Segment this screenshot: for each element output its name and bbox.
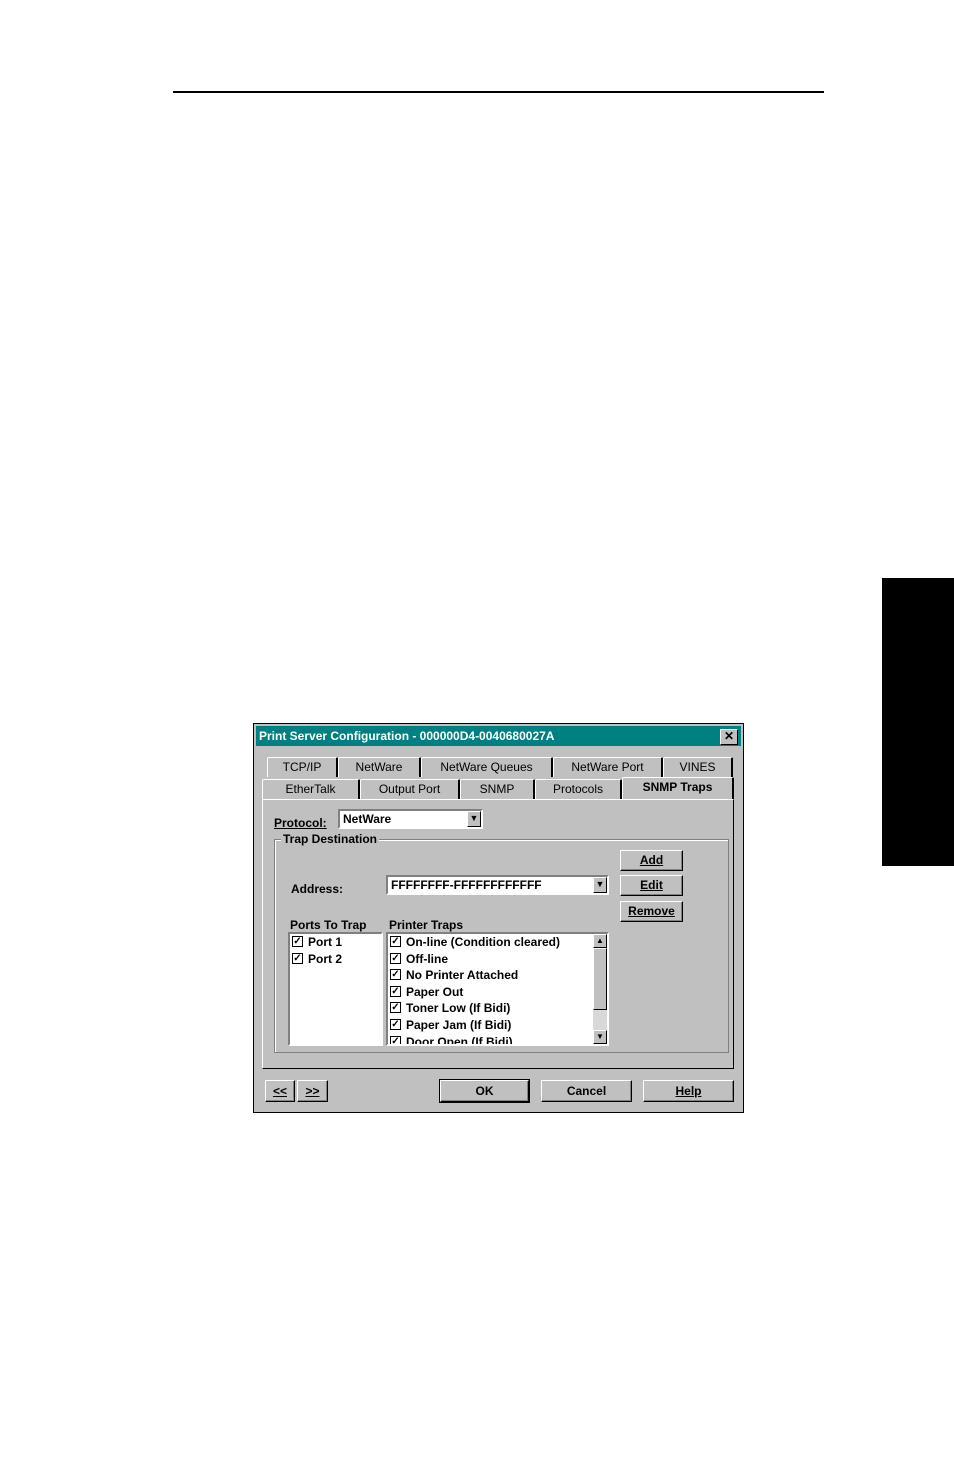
list-item[interactable]: ✓ Door Open (If Bidi) — [388, 1034, 607, 1046]
list-item[interactable]: ✓ Port 2 — [290, 951, 381, 968]
next-button-label: >> — [305, 1084, 320, 1098]
checkbox-checked-icon[interactable]: ✓ — [390, 936, 401, 947]
list-item-label: No Printer Attached — [406, 968, 519, 983]
add-button-label: Add — [639, 853, 664, 867]
list-item-label: On-line (Condition cleared) — [406, 935, 561, 949]
scroll-down-icon[interactable]: ▼ — [593, 1030, 607, 1044]
scroll-up-icon[interactable]: ▲ — [593, 934, 607, 948]
list-item-label: Off-line — [406, 951, 448, 966]
list-item[interactable]: ✓ No Printer Attached — [388, 967, 607, 984]
address-select[interactable]: FFFFFFFF-FFFFFFFFFFFF ▼ — [386, 875, 609, 895]
tab-vines[interactable]: VINES — [663, 757, 733, 777]
ok-button[interactable]: OK — [439, 1079, 530, 1103]
ports-to-trap-label: Ports To Trap — [290, 918, 367, 932]
list-item-label: Paper Out — [406, 984, 464, 999]
protocol-select[interactable]: NetWare ▼ — [338, 809, 483, 829]
checkbox-checked-icon[interactable]: ✓ — [390, 985, 401, 997]
snmp-traps-panel: Protocol: NetWare ▼ Trap Destination Add… — [262, 799, 734, 1069]
tab-output-port[interactable]: Output Port — [360, 779, 460, 799]
previous-button-label: << — [272, 1084, 287, 1098]
previous-button[interactable]: << — [265, 1080, 295, 1102]
edit-button[interactable]: Edit — [620, 875, 683, 896]
list-item-label: Door Open (If Bidi) — [406, 1034, 513, 1046]
list-item[interactable]: ✓ On-line (Condition cleared) — [388, 934, 607, 951]
page-header-rule — [173, 91, 824, 93]
protocol-label: Protocol: — [274, 816, 327, 830]
help-button-label: Help — [675, 1084, 702, 1098]
chevron-down-icon[interactable]: ▼ — [467, 811, 481, 827]
list-item[interactable]: ✓ Off-line — [388, 951, 607, 968]
tab-netware-queues[interactable]: NetWare Queues — [421, 757, 553, 777]
checkbox-checked-icon[interactable]: ✓ — [390, 1035, 401, 1044]
list-item[interactable]: ✓ Port 1 — [290, 934, 381, 951]
tab-snmp[interactable]: SNMP — [460, 779, 535, 799]
list-item-label: Toner Low (If Bidi) — [406, 1001, 511, 1016]
list-item-label: Port 2 — [308, 951, 343, 966]
help-button[interactable]: Help — [643, 1080, 734, 1102]
trap-destination-group: Trap Destination Address: FFFFFFFF-FFFFF… — [274, 832, 729, 1053]
dialog-title: Print Server Configuration - 000000D4-00… — [259, 729, 555, 743]
checkbox-checked-icon[interactable]: ✓ — [390, 952, 401, 964]
list-item-label: Paper Jam (If Bidi) — [406, 1017, 512, 1032]
chapter-thumb-tab — [882, 578, 954, 866]
close-button[interactable]: ✕ — [720, 729, 738, 745]
add-button[interactable]: Add — [620, 850, 683, 871]
printer-traps-label: Printer Traps — [389, 918, 464, 932]
print-server-config-dialog: Print Server Configuration - 000000D4-00… — [253, 723, 744, 1113]
checkbox-checked-icon[interactable]: ✓ — [390, 1002, 401, 1014]
cancel-button[interactable]: Cancel — [541, 1080, 632, 1102]
list-item[interactable]: ✓ Paper Jam (If Bidi) — [388, 1017, 607, 1034]
title-bar: Print Server Configuration - 000000D4-00… — [256, 726, 741, 746]
next-button[interactable]: >> — [297, 1080, 328, 1102]
checkbox-checked-icon[interactable]: ✓ — [292, 952, 303, 964]
protocol-value: NetWare — [343, 812, 392, 826]
printer-traps-scrollbar[interactable]: ▲ ▼ — [593, 934, 607, 1044]
checkbox-checked-icon[interactable]: ✓ — [292, 936, 303, 947]
checkbox-checked-icon[interactable]: ✓ — [390, 1018, 401, 1030]
list-item[interactable]: ✓ Toner Low (If Bidi) — [388, 1000, 607, 1017]
checkbox-checked-icon[interactable]: ✓ — [390, 969, 401, 981]
list-item-label: Port 1 — [308, 935, 343, 949]
address-label: Address: — [291, 882, 344, 896]
scroll-thumb[interactable] — [593, 948, 607, 1010]
trap-destination-label: Trap Destination — [281, 832, 380, 846]
address-value: FFFFFFFF-FFFFFFFFFFFF — [391, 878, 542, 892]
printer-traps-list: ✓ On-line (Condition cleared) ✓ Off-line… — [386, 932, 609, 1046]
tab-snmp-traps[interactable]: SNMP Traps — [622, 777, 734, 799]
chevron-down-icon[interactable]: ▼ — [593, 877, 607, 893]
remove-button-label: Remove — [628, 904, 675, 918]
tab-ethertalk[interactable]: EtherTalk — [262, 779, 360, 799]
tab-protocols[interactable]: Protocols — [535, 779, 622, 799]
edit-button-label: Edit — [640, 878, 663, 892]
tab-netware[interactable]: NetWare — [338, 757, 421, 777]
list-item[interactable]: ✓ Paper Out — [388, 984, 607, 1001]
tab-netware-port[interactable]: NetWare Port — [553, 757, 663, 777]
remove-button[interactable]: Remove — [620, 901, 683, 922]
tab-tcpip[interactable]: TCP/IP — [267, 757, 338, 777]
ports-list: ✓ Port 1 ✓ Port 2 — [288, 932, 383, 1046]
